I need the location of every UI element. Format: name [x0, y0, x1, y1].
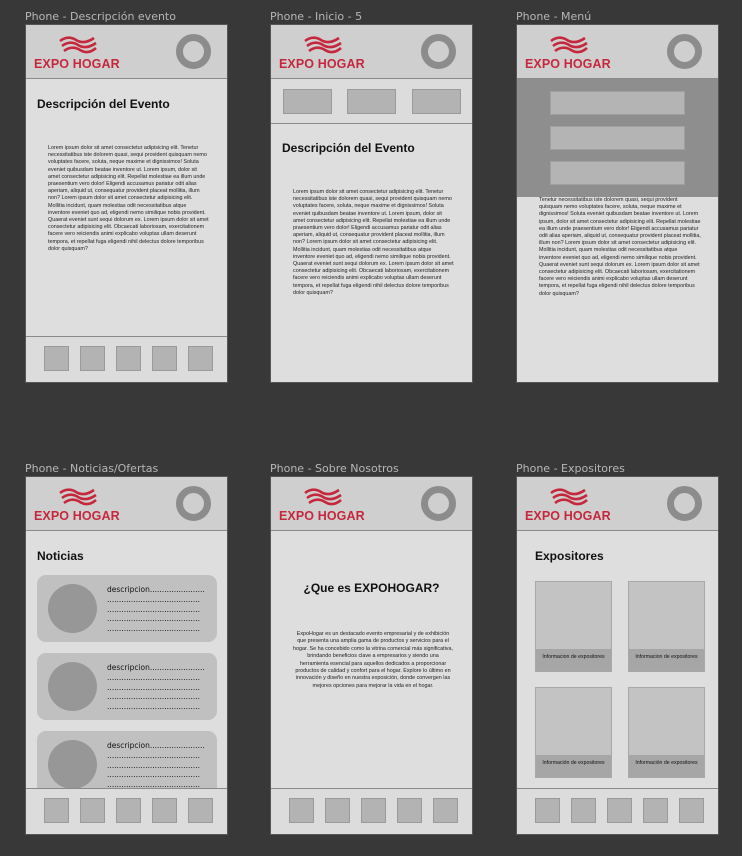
exhibitor-card[interactable]: Información de expositores	[535, 687, 612, 778]
event-description-text: Tenetur necessitatibus iste dolorem quas…	[539, 197, 701, 297]
section-title: Descripción del Evento	[37, 97, 170, 111]
logo-waves-icon	[304, 36, 342, 54]
app-header: EXPO HOGAR	[271, 477, 472, 531]
profile-avatar[interactable]	[176, 486, 211, 521]
profile-avatar[interactable]	[176, 34, 211, 69]
exhibitor-card[interactable]: Información de expositores	[628, 687, 705, 778]
nav-button-1[interactable]	[535, 798, 560, 823]
logo-waves-icon	[304, 488, 342, 506]
profile-avatar[interactable]	[667, 34, 702, 69]
frame-label: Phone - Noticias/Ofertas	[25, 462, 159, 475]
nav-button-3[interactable]	[607, 798, 632, 823]
section-title: Descripción del Evento	[282, 141, 415, 155]
expo-hogar-logo[interactable]: EXPO HOGAR	[279, 487, 369, 527]
profile-avatar[interactable]	[667, 486, 702, 521]
app-header: EXPO HOGAR	[517, 25, 718, 79]
nav-button-1[interactable]	[44, 346, 69, 371]
nav-button-5[interactable]	[679, 798, 704, 823]
frame-label: Phone - Sobre Nosotros	[270, 462, 399, 475]
phone-expositores: EXPO HOGAR Expositores Informacion de ex…	[516, 476, 719, 835]
expo-hogar-logo[interactable]: EXPO HOGAR	[525, 487, 615, 527]
expo-hogar-logo[interactable]: EXPO HOGAR	[34, 35, 124, 75]
news-card[interactable]: descripcion....................... .....…	[37, 575, 217, 642]
profile-avatar[interactable]	[421, 486, 456, 521]
logo-text: EXPO HOGAR	[525, 57, 611, 71]
frame-label: Phone - Descripción evento	[25, 10, 176, 23]
nav-button-1[interactable]	[289, 798, 314, 823]
event-description-text: Lorem ipsum dolor sit amet consectetur a…	[293, 189, 454, 296]
nav-button-4[interactable]	[643, 798, 668, 823]
phone-inicio: EXPO HOGAR Descripción del Evento Lorem …	[270, 24, 473, 383]
tab-button-1[interactable]	[283, 89, 332, 114]
bottom-nav	[517, 788, 718, 834]
menu-item-2[interactable]	[550, 126, 685, 150]
dropdown-menu	[517, 79, 718, 197]
logo-waves-icon	[59, 36, 97, 54]
exhibitor-caption: Información de expositores	[629, 755, 704, 777]
app-header: EXPO HOGAR	[271, 25, 472, 79]
phone-noticias: EXPO HOGAR Noticias descripcion.........…	[25, 476, 228, 835]
frame-label: Phone - Expositores	[516, 462, 625, 475]
event-description-text: Lorem ipsum dolor sit amet consectetur a…	[48, 145, 209, 252]
nav-button-2[interactable]	[80, 798, 105, 823]
phone-menu: EXPO HOGAR Tenetur necessitatibus iste d…	[516, 24, 719, 383]
nav-button-3[interactable]	[361, 798, 386, 823]
nav-button-2[interactable]	[80, 346, 105, 371]
logo-text: EXPO HOGAR	[34, 509, 120, 523]
nav-button-2[interactable]	[325, 798, 350, 823]
section-title: Noticias	[37, 549, 84, 563]
nav-button-3[interactable]	[116, 346, 141, 371]
profile-avatar[interactable]	[421, 34, 456, 69]
phone-descripcion-evento: EXPO HOGAR Descripción del Evento Lorem …	[25, 24, 228, 383]
logo-waves-icon	[550, 488, 588, 506]
exhibitor-caption: Informacion de expositores	[629, 649, 704, 671]
bottom-nav	[26, 336, 227, 382]
logo-text: EXPO HOGAR	[525, 509, 611, 523]
nav-button-3[interactable]	[116, 798, 141, 823]
nav-button-2[interactable]	[571, 798, 596, 823]
exhibitor-card[interactable]: Informacion de expositores	[628, 581, 705, 672]
app-header: EXPO HOGAR	[26, 477, 227, 531]
bottom-nav	[26, 788, 227, 834]
menu-item-3[interactable]	[550, 161, 685, 185]
tab-button-3[interactable]	[412, 89, 461, 114]
news-description: descripcion....................... .....…	[107, 741, 205, 790]
frame-label: Phone - Inicio - 5	[270, 10, 363, 23]
nav-button-5[interactable]	[433, 798, 458, 823]
nav-button-5[interactable]	[188, 798, 213, 823]
nav-button-5[interactable]	[188, 346, 213, 371]
nav-button-4[interactable]	[152, 346, 177, 371]
logo-text: EXPO HOGAR	[279, 57, 365, 71]
exhibitor-caption: Información de expositores	[536, 755, 611, 777]
nav-button-4[interactable]	[397, 798, 422, 823]
phone-sobre-nosotros: EXPO HOGAR ¿Que es EXPOHOGAR? ExpoHogar …	[270, 476, 473, 835]
app-header: EXPO HOGAR	[26, 25, 227, 79]
tab-button-2[interactable]	[347, 89, 396, 114]
logo-text: EXPO HOGAR	[34, 57, 120, 71]
exhibitor-caption: Informacion de expositores	[536, 649, 611, 671]
app-header: EXPO HOGAR	[517, 477, 718, 531]
about-description: ExpoHogar es un destacado evento empresa…	[293, 631, 453, 689]
logo-waves-icon	[550, 36, 588, 54]
news-description: descripcion....................... .....…	[107, 663, 205, 712]
bottom-nav	[271, 788, 472, 834]
news-image	[48, 662, 97, 711]
expo-hogar-logo[interactable]: EXPO HOGAR	[34, 487, 124, 527]
logo-text: EXPO HOGAR	[279, 509, 365, 523]
frame-label: Phone - Menú	[516, 10, 592, 23]
top-tab-bar	[271, 79, 472, 124]
exhibitor-card[interactable]: Informacion de expositores	[535, 581, 612, 672]
expo-hogar-logo[interactable]: EXPO HOGAR	[279, 35, 369, 75]
about-title: ¿Que es EXPOHOGAR?	[303, 581, 440, 595]
news-description: descripcion....................... .....…	[107, 585, 205, 634]
nav-button-4[interactable]	[152, 798, 177, 823]
expo-hogar-logo[interactable]: EXPO HOGAR	[525, 35, 615, 75]
news-image	[48, 584, 97, 633]
menu-item-1[interactable]	[550, 91, 685, 115]
nav-button-1[interactable]	[44, 798, 69, 823]
news-card[interactable]: descripcion....................... .....…	[37, 653, 217, 720]
news-image	[48, 740, 97, 789]
logo-waves-icon	[59, 488, 97, 506]
section-title: Expositores	[535, 549, 604, 563]
